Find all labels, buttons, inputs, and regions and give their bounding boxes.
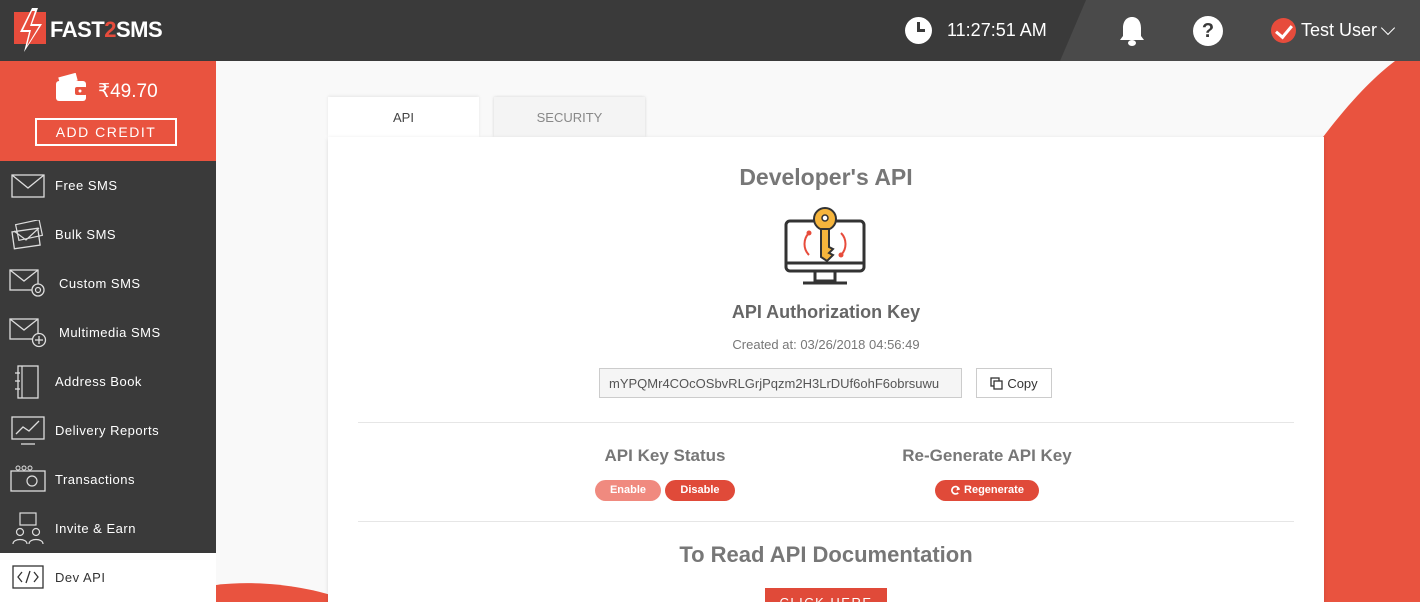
- user-name: Test User: [1301, 20, 1378, 40]
- tab-api[interactable]: API: [328, 97, 479, 137]
- regenerate-button[interactable]: Regenerate: [935, 480, 1039, 501]
- wallet-balance: ₹49.70: [98, 81, 158, 102]
- copy-icon: [990, 376, 1003, 390]
- copy-label: Copy: [1007, 375, 1038, 391]
- sidebar-item-invite-and-earn[interactable]: Invite & Earn: [0, 504, 216, 553]
- add-credit-button[interactable]: ADD CREDIT: [35, 118, 177, 146]
- code-icon: [8, 564, 48, 591]
- sidebar-item-transactions[interactable]: Transactions: [0, 455, 216, 504]
- api-key-monitor-icon: [784, 207, 866, 285]
- sidebar-item-custom-sms[interactable]: Custom SMS: [0, 259, 216, 308]
- clock-icon: [905, 17, 932, 44]
- sidebar-item-label: Transactions: [55, 472, 135, 487]
- regenerate-title: Re-Generate API Key: [902, 446, 1072, 465]
- enable-button[interactable]: Enable: [595, 480, 661, 501]
- wallet-box: ₹49.70 ADD CREDIT: [0, 61, 216, 161]
- transactions-icon: [8, 465, 48, 495]
- address-book-icon: [8, 364, 48, 399]
- decorative-swoosh: [1320, 61, 1420, 602]
- sidebar-item-label: Custom SMS: [59, 276, 141, 291]
- envelope-gear-icon: [8, 268, 48, 299]
- envelope-plus-icon: [8, 317, 48, 348]
- logo[interactable]: FAST2SMS: [14, 8, 163, 52]
- sidebar-item-multimedia-sms[interactable]: Multimedia SMS: [0, 308, 216, 357]
- docs-title: To Read API Documentation: [679, 542, 973, 567]
- sidebar-item-bulk-sms[interactable]: Bulk SMS: [0, 210, 216, 259]
- top-header: FAST2SMS 11:27:51 AM ? Test User: [0, 0, 1420, 61]
- verified-check-icon: [1271, 18, 1296, 43]
- stacked-envelopes-icon: [8, 219, 48, 250]
- chevron-down-icon: [1380, 20, 1396, 35]
- envelope-icon: [8, 173, 48, 198]
- sidebar-item-label: Delivery Reports: [55, 423, 160, 438]
- user-menu[interactable]: Test User: [1271, 18, 1396, 43]
- tab-security[interactable]: SECURITY: [494, 97, 645, 137]
- regenerate-label: Regenerate: [964, 484, 1024, 496]
- sidebar-item-delivery-reports[interactable]: Delivery Reports: [0, 406, 216, 455]
- copy-button[interactable]: Copy: [976, 368, 1052, 398]
- disable-button[interactable]: Disable: [665, 480, 735, 501]
- sidebar-item-label: Address Book: [55, 374, 142, 389]
- sidebar-item-label: Multimedia SMS: [59, 325, 161, 340]
- refresh-icon: [951, 485, 961, 495]
- sidebar: ₹49.70 ADD CREDIT Free SMS Bulk SMS Custom…: [0, 61, 216, 602]
- help-icon[interactable]: ?: [1193, 16, 1223, 46]
- sidebar-menu: Free SMS Bulk SMS Custom SMS Multimedia SMS…: [0, 161, 216, 602]
- api-key-status-title: API Key Status: [604, 446, 726, 465]
- divider: [358, 422, 1294, 423]
- api-key-field[interactable]: [599, 368, 962, 398]
- sidebar-item-label: Bulk SMS: [55, 227, 117, 242]
- sidebar-item-dev-api[interactable]: Dev API: [0, 553, 216, 602]
- logo-text: FAST2SMS: [50, 17, 163, 42]
- invite-icon: [8, 511, 48, 546]
- click-here-button[interactable]: CLICK HERE: [765, 588, 887, 602]
- decorative-bottom-shape: [216, 583, 346, 602]
- sidebar-item-label: Dev API: [55, 570, 106, 585]
- sidebar-item-free-sms[interactable]: Free SMS: [0, 161, 216, 210]
- divider: [358, 521, 1294, 522]
- created-at: Created at: 03/26/2018 04:56:49: [732, 337, 920, 352]
- chart-icon: [8, 415, 48, 446]
- wallet-icon: [56, 73, 87, 101]
- page-title: Developer's API: [739, 164, 913, 190]
- sidebar-item-address-book[interactable]: Address Book: [0, 357, 216, 406]
- current-time: 11:27:51 AM: [947, 20, 1047, 40]
- lightning-logo-icon: [14, 8, 46, 52]
- api-card: Developer's API API Authorization Key Cr…: [328, 137, 1324, 602]
- auth-key-title: API Authorization Key: [731, 302, 921, 322]
- sidebar-item-label: Free SMS: [55, 178, 118, 193]
- bell-icon[interactable]: [1118, 15, 1146, 52]
- sidebar-item-label: Invite & Earn: [55, 521, 136, 536]
